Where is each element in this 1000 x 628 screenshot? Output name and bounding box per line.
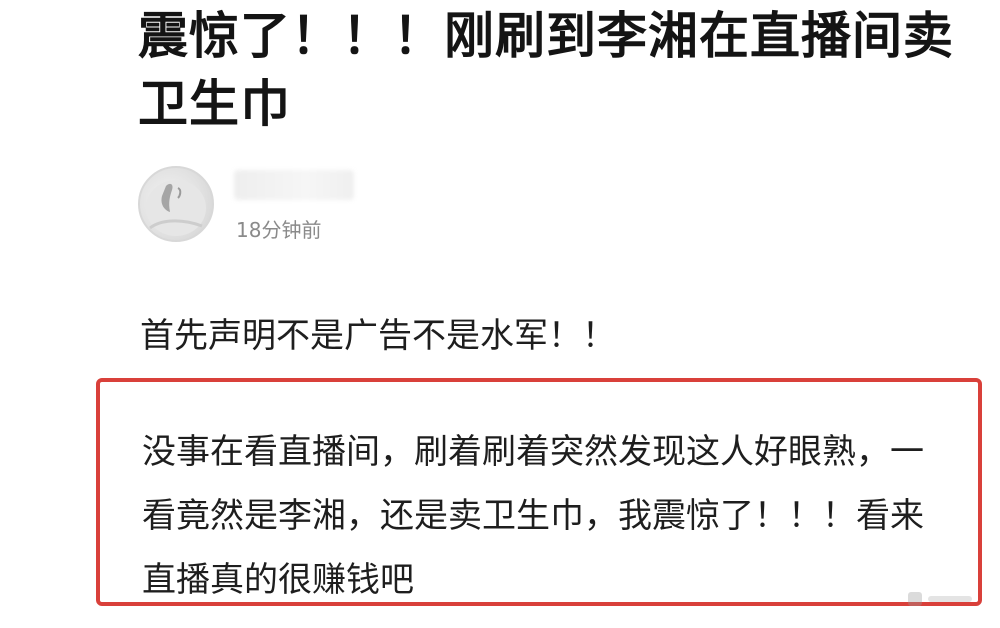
avatar[interactable] [138, 166, 214, 242]
avatar-photo-icon [146, 180, 206, 236]
highlighted-quote-box: 没事在看直播间，刷着刷着突然发现这人好眼熟，一看竟然是李湘，还是卖卫生巾，我震惊… [96, 378, 982, 606]
author-name-redacted[interactable] [234, 170, 354, 200]
watermark-icon [908, 592, 972, 606]
post-time: 18分钟前 [236, 218, 322, 242]
post-title: 震惊了！！！刚刷到李湘在直播间卖卫生巾 [138, 7, 954, 133]
post-body: 没事在看直播间，刷着刷着突然发现这人好眼熟，一看竟然是李湘，还是卖卫生巾，我震惊… [142, 432, 924, 600]
post-disclaimer: 首先声明不是广告不是水军！！ [140, 316, 616, 356]
post-page: 震惊了！！！刚刷到李湘在直播间卖卫生巾 18分钟前 首先声明不是广告不是水军！！… [0, 0, 1000, 628]
